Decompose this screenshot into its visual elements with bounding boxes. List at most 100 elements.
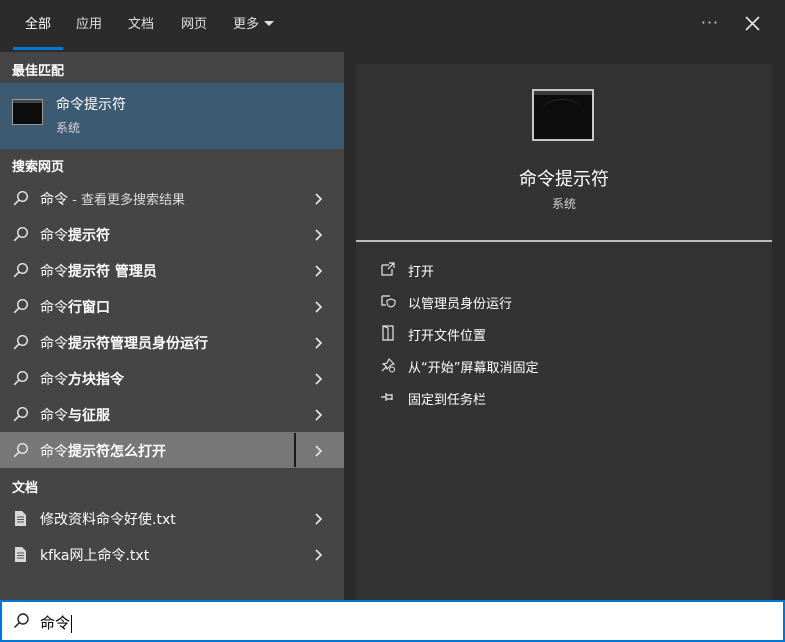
suggestion-suffix: 提示符 管理员 xyxy=(68,264,157,280)
terminal-icon xyxy=(532,89,594,141)
chevron-right-icon[interactable] xyxy=(312,371,324,385)
results-panel: 最佳匹配 命令提示符 系统 搜索网页 命令 - 查看更多搜索结果 命令提示符 命令提… xyxy=(0,52,344,600)
suggestion-prefix: 命令 xyxy=(40,408,68,424)
search-input[interactable]: 命令 xyxy=(40,612,73,633)
action-label: 固定到任务栏 xyxy=(408,393,487,408)
suggestion-prefix: 命令 xyxy=(40,300,68,316)
suggestion-label: 命令 - 查看更多搜索结果 xyxy=(40,189,185,209)
web-search-suggestion[interactable]: 命令 - 查看更多搜索结果 xyxy=(0,180,344,216)
document-item[interactable]: kfka网上命令.txt xyxy=(0,536,344,572)
suggestion-prefix: 命令 xyxy=(40,336,68,352)
document-label: kfka网上命令.txt xyxy=(40,548,150,564)
divider xyxy=(356,240,772,242)
more-options-button[interactable]: ··· xyxy=(697,10,723,38)
tab-apps[interactable]: 应用 xyxy=(76,16,102,36)
action-open[interactable]: 打开 xyxy=(376,258,756,282)
web-search-suggestion[interactable]: 命令行窗口 xyxy=(0,288,344,324)
chevron-down-icon xyxy=(264,21,275,26)
search-icon xyxy=(12,370,29,387)
preview-panel: 命令提示符 系统 打开以管理员身份运行打开文件位置从“开始”屏幕取消固定 固定到任… xyxy=(356,64,772,600)
terminal-icon xyxy=(12,99,43,125)
suggestion-suffix: 与征服 xyxy=(68,408,110,424)
action-pin[interactable]: 固定到任务栏 xyxy=(376,386,756,410)
chevron-right-icon[interactable] xyxy=(312,335,324,349)
chevron-right-icon[interactable] xyxy=(312,191,324,205)
best-match-subtitle: 系统 xyxy=(56,121,81,135)
document-item[interactable]: 修改资料命令好使.txt xyxy=(0,500,344,536)
suggestion-suffix: - 查看更多搜索结果 xyxy=(68,193,185,208)
action-label: 从“开始”屏幕取消固定 xyxy=(408,361,539,376)
active-tab-indicator xyxy=(13,47,63,50)
suggestion-label: 命令提示符怎么打开 xyxy=(40,441,166,461)
web-search-suggestion[interactable]: 命令提示符 xyxy=(0,216,344,252)
action-shield[interactable]: 以管理员身份运行 xyxy=(376,290,756,314)
chevron-right-icon[interactable] xyxy=(312,547,324,561)
tab-more-label: 更多 xyxy=(233,17,260,32)
tab-web[interactable]: 网页 xyxy=(181,16,207,36)
divider xyxy=(294,433,296,467)
chevron-right-icon[interactable] xyxy=(312,511,324,525)
search-icon xyxy=(12,406,29,423)
suggestion-label: 命令提示符 xyxy=(40,225,110,245)
chevron-right-icon[interactable] xyxy=(312,263,324,277)
best-match-title: 命令提示符 xyxy=(56,97,126,113)
web-search-suggestion[interactable]: 命令方块指令 xyxy=(0,360,344,396)
section-header-best-match: 最佳匹配 xyxy=(12,64,65,79)
action-label: 以管理员身份运行 xyxy=(408,297,513,312)
suggestion-prefix: 命令 xyxy=(40,228,68,244)
suggestion-suffix: 方块指令 xyxy=(68,372,124,388)
search-icon xyxy=(12,226,29,243)
document-label: 修改资料命令好使.txt xyxy=(40,512,176,528)
best-match-item[interactable]: 命令提示符 系统 xyxy=(0,83,344,149)
close-icon xyxy=(745,16,760,31)
tab-all[interactable]: 全部 xyxy=(25,16,51,36)
suggestion-suffix: 提示符管理员身份运行 xyxy=(68,336,208,352)
unpin-icon xyxy=(380,357,396,373)
search-icon xyxy=(12,334,29,351)
suggestion-label: 命令行窗口 xyxy=(40,297,110,317)
web-search-suggestion[interactable]: 命令与征服 xyxy=(0,396,344,432)
search-bar[interactable]: 命令 xyxy=(0,600,785,642)
suggestion-suffix: 提示符怎么打开 xyxy=(68,444,166,460)
suggestion-label: 命令提示符管理员身份运行 xyxy=(40,333,208,353)
tab-documents[interactable]: 文档 xyxy=(128,16,154,36)
search-input-value: 命令 xyxy=(40,614,71,632)
suggestion-label: 命令与征服 xyxy=(40,405,110,425)
document-icon xyxy=(12,546,29,563)
suggestion-prefix: 命令 xyxy=(40,264,68,280)
web-search-suggestion[interactable]: 命令提示符 管理员 xyxy=(0,252,344,288)
preview-title: 命令提示符 xyxy=(519,169,609,190)
chevron-right-icon[interactable] xyxy=(312,227,324,241)
action-label: 打开 xyxy=(408,265,435,280)
section-header-documents: 文档 xyxy=(12,481,39,496)
search-icon xyxy=(12,442,29,459)
text-cursor xyxy=(71,614,73,633)
close-button[interactable] xyxy=(738,10,766,38)
top-tab-bar: 全部 应用 文档 网页 更多 ··· xyxy=(0,0,785,52)
web-search-suggestion[interactable]: 命令提示符怎么打开 xyxy=(0,432,344,468)
suggestion-prefix: 命令 xyxy=(40,372,68,388)
chevron-right-icon[interactable] xyxy=(312,407,324,421)
pin-icon xyxy=(380,389,396,405)
document-icon xyxy=(12,510,29,527)
suggestion-suffix: 行窗口 xyxy=(68,300,110,316)
tab-more[interactable]: 更多 xyxy=(233,16,275,36)
section-header-web-search: 搜索网页 xyxy=(12,160,65,175)
open-icon xyxy=(380,261,396,277)
search-icon xyxy=(12,298,29,315)
suggestion-prefix: 命令 xyxy=(40,192,68,208)
search-icon xyxy=(12,190,29,207)
search-icon xyxy=(12,262,29,279)
chevron-right-icon[interactable] xyxy=(312,443,324,457)
suggestion-suffix: 提示符 xyxy=(68,228,110,244)
suggestion-label: 命令方块指令 xyxy=(40,369,124,389)
search-icon xyxy=(13,613,29,629)
action-folder-location[interactable]: 打开文件位置 xyxy=(376,322,756,346)
folder-location-icon xyxy=(380,325,396,341)
web-search-suggestion[interactable]: 命令提示符管理员身份运行 xyxy=(0,324,344,360)
suggestion-label: 命令提示符 管理员 xyxy=(40,261,157,281)
preview-subtitle: 系统 xyxy=(551,197,576,211)
action-unpin[interactable]: 从“开始”屏幕取消固定 xyxy=(376,354,756,378)
shield-icon xyxy=(380,293,396,309)
chevron-right-icon[interactable] xyxy=(312,299,324,313)
